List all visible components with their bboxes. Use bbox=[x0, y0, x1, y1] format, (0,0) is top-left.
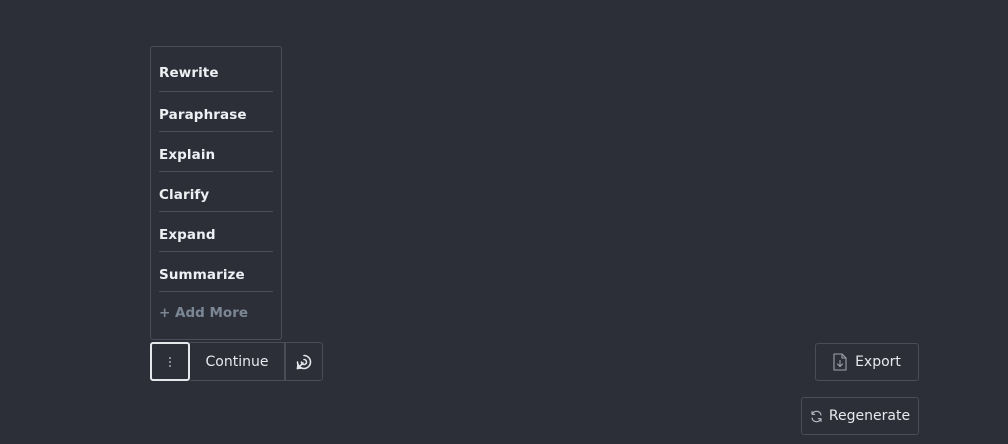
menu-item-summarize[interactable]: Summarize bbox=[159, 252, 273, 292]
menu-item-clarify[interactable]: Clarify bbox=[159, 172, 273, 212]
continue-button-group: Continue bbox=[150, 342, 323, 381]
continue-label: Continue bbox=[205, 353, 269, 370]
menu-item-rewrite[interactable]: Rewrite bbox=[159, 47, 273, 92]
regenerate-label: Regenerate bbox=[828, 408, 911, 424]
prompt-actions-menu: Rewrite Paraphrase Explain Clarify Expan… bbox=[150, 46, 282, 340]
refresh-icon bbox=[810, 410, 823, 423]
regenerate-button[interactable]: Regenerate bbox=[801, 397, 919, 435]
export-label: Export bbox=[855, 354, 901, 370]
app-canvas: Rewrite Paraphrase Explain Clarify Expan… bbox=[0, 0, 1008, 444]
file-download-icon bbox=[833, 353, 847, 371]
menu-list: Rewrite Paraphrase Explain Clarify Expan… bbox=[159, 47, 273, 292]
menu-item-expand[interactable]: Expand bbox=[159, 212, 273, 252]
spiral-arrow-icon bbox=[294, 352, 314, 372]
menu-item-paraphrase[interactable]: Paraphrase bbox=[159, 92, 273, 132]
continue-options-button[interactable] bbox=[285, 342, 323, 381]
more-options-button[interactable] bbox=[150, 342, 190, 381]
vertical-ellipsis-icon bbox=[168, 356, 172, 368]
menu-item-explain[interactable]: Explain bbox=[159, 132, 273, 172]
add-more-button[interactable]: + Add More bbox=[159, 292, 273, 332]
export-button[interactable]: Export bbox=[815, 343, 919, 381]
continue-button[interactable]: Continue bbox=[190, 342, 285, 381]
